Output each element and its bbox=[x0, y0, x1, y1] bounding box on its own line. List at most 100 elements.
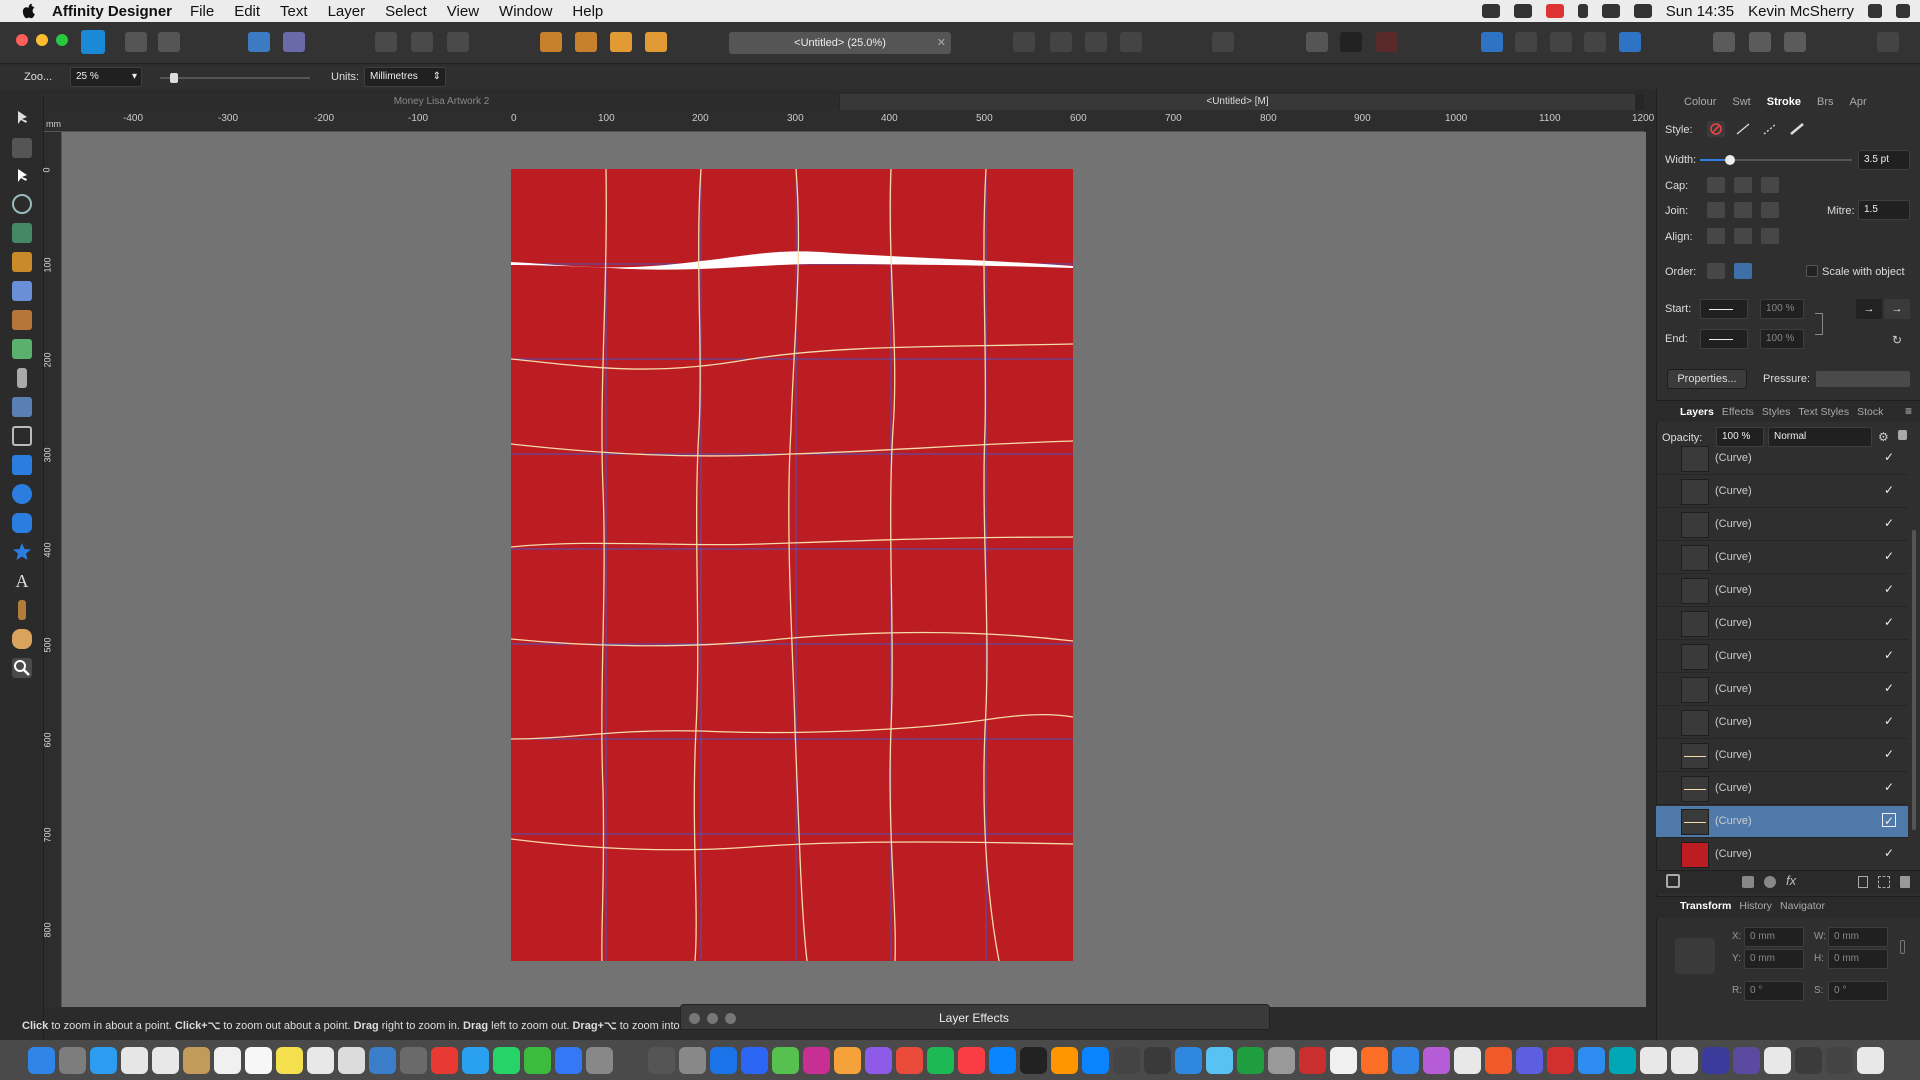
vertical-ruler[interactable]: 0 100 200 300 400 500 600 700 800 bbox=[42, 132, 62, 1007]
document-title[interactable]: <Untitled> (25.0%) ✕ bbox=[729, 32, 951, 54]
zoom-slider[interactable] bbox=[160, 73, 310, 83]
guides-icon[interactable] bbox=[1340, 32, 1362, 52]
tab-swatches[interactable]: Swt bbox=[1732, 96, 1750, 108]
dock-app-icon[interactable] bbox=[1578, 1046, 1605, 1074]
arrow-position-2-icon[interactable]: → bbox=[1884, 299, 1910, 319]
dock-app-icon[interactable] bbox=[1516, 1046, 1543, 1074]
align-icon[interactable] bbox=[1212, 32, 1234, 52]
zoom-slider-handle[interactable] bbox=[170, 73, 178, 83]
lock-icon[interactable] bbox=[1898, 430, 1907, 440]
dock-app-icon[interactable] bbox=[1299, 1046, 1326, 1074]
user-account-icon[interactable] bbox=[1877, 32, 1899, 52]
boolean-intersect-icon[interactable] bbox=[1550, 32, 1572, 52]
star-tool-icon[interactable] bbox=[12, 542, 32, 562]
menu-text[interactable]: Text bbox=[280, 3, 308, 20]
dock-app-icon[interactable] bbox=[400, 1046, 427, 1074]
window-minimize-button[interactable] bbox=[36, 34, 48, 46]
start-arrowhead-dropdown[interactable] bbox=[1700, 299, 1748, 319]
copy-style-icon[interactable] bbox=[1749, 32, 1771, 52]
boolean-subtract-icon[interactable] bbox=[1515, 32, 1537, 52]
layer-row[interactable]: (Curve) ✓ bbox=[1656, 575, 1908, 607]
tab-stock[interactable]: Stock bbox=[1857, 406, 1883, 418]
dock-app-icon[interactable] bbox=[989, 1046, 1016, 1074]
layer-row[interactable]: (Curve) ✓ bbox=[1656, 443, 1908, 475]
layer-visibility-checkbox[interactable]: ✓ bbox=[1882, 648, 1896, 662]
layer-row[interactable]: (Curve) ✓ bbox=[1656, 707, 1908, 739]
hand-tool-icon[interactable] bbox=[12, 629, 32, 649]
dock-app-icon[interactable] bbox=[1082, 1046, 1109, 1074]
width-slider[interactable] bbox=[1700, 155, 1852, 165]
dock-app-icon[interactable] bbox=[1175, 1046, 1202, 1074]
stroke-behind-fill-icon[interactable] bbox=[1707, 263, 1725, 279]
color-picker-tool-icon[interactable] bbox=[18, 600, 26, 620]
units-stepper-icon[interactable]: ⇕ bbox=[433, 68, 441, 86]
layer-row[interactable]: (Curve) ✓ bbox=[1656, 476, 1908, 508]
arrange-back-icon[interactable] bbox=[540, 32, 562, 52]
dock-app-icon[interactable] bbox=[276, 1046, 303, 1074]
menu-file[interactable]: File bbox=[190, 3, 214, 20]
tab-transform[interactable]: Transform bbox=[1680, 900, 1731, 912]
layer-visibility-checkbox[interactable]: ✓ bbox=[1882, 813, 1896, 828]
rectangle-tool-icon[interactable] bbox=[12, 455, 32, 475]
dock-app-icon[interactable] bbox=[183, 1046, 210, 1074]
spotlight-icon[interactable] bbox=[1868, 4, 1882, 18]
artboard-tool-icon[interactable] bbox=[12, 138, 32, 158]
shear-field[interactable]: 0 ° bbox=[1828, 981, 1888, 1001]
dock-app-icon[interactable] bbox=[1795, 1046, 1822, 1074]
layer-row[interactable]: (Curve) ✓ bbox=[1656, 641, 1908, 673]
layer-visibility-checkbox[interactable]: ✓ bbox=[1882, 681, 1896, 695]
dock-app-icon[interactable] bbox=[1702, 1046, 1729, 1074]
view-mode-1-icon[interactable] bbox=[375, 32, 397, 52]
dock-app-icon[interactable] bbox=[741, 1046, 768, 1074]
texture-stroke-style-icon[interactable] bbox=[1788, 121, 1806, 137]
layer-visibility-checkbox[interactable]: ✓ bbox=[1882, 450, 1896, 464]
x-field[interactable]: 0 mm bbox=[1744, 927, 1804, 947]
start-scale-field[interactable]: 100 % bbox=[1760, 299, 1804, 319]
arrange-forward-icon[interactable] bbox=[610, 32, 632, 52]
dock-app-icon[interactable] bbox=[1237, 1046, 1264, 1074]
dock-app-icon[interactable] bbox=[90, 1046, 117, 1074]
menubar-clock[interactable]: Sun 14:35 bbox=[1666, 3, 1734, 20]
quick-share-icon[interactable] bbox=[1713, 32, 1735, 52]
dock-app-icon[interactable] bbox=[865, 1046, 892, 1074]
dock-app-icon[interactable] bbox=[1857, 1046, 1884, 1074]
screenshot-icon[interactable] bbox=[1513, 4, 1532, 18]
rounded-rect-tool-icon[interactable] bbox=[12, 513, 32, 533]
volume-icon[interactable] bbox=[1633, 4, 1652, 18]
y-field[interactable]: 0 mm bbox=[1744, 949, 1804, 969]
scale-with-object-checkbox[interactable] bbox=[1806, 265, 1818, 277]
creative-cloud-icon[interactable] bbox=[1545, 4, 1564, 18]
layer-row[interactable]: (Curve) ✓ bbox=[1656, 674, 1908, 706]
rotation-field[interactable]: 0 ° bbox=[1744, 981, 1804, 1001]
dock-app-icon[interactable] bbox=[1206, 1046, 1233, 1074]
arrow-position-icon[interactable]: → bbox=[1856, 299, 1882, 319]
round-join-icon[interactable] bbox=[1734, 202, 1752, 218]
layer-row[interactable]: (Curve) ✓ bbox=[1656, 542, 1908, 574]
corner-tool-icon[interactable] bbox=[12, 223, 32, 243]
dock-app-icon[interactable] bbox=[772, 1046, 799, 1074]
dock-app-icon[interactable] bbox=[586, 1046, 613, 1074]
close-doc-icon[interactable]: ✕ bbox=[937, 32, 946, 54]
wifi-icon[interactable] bbox=[1601, 4, 1620, 18]
pencil-tool-icon[interactable] bbox=[12, 281, 32, 301]
artboard[interactable] bbox=[511, 169, 1073, 961]
dashed-stroke-style-icon[interactable] bbox=[1761, 121, 1779, 137]
dock-app-icon[interactable] bbox=[1330, 1046, 1357, 1074]
assistant-icon[interactable] bbox=[248, 32, 270, 52]
end-arrowhead-dropdown[interactable] bbox=[1700, 329, 1748, 349]
layer-visibility-checkbox[interactable]: ✓ bbox=[1882, 747, 1896, 761]
layer-visibility-checkbox[interactable]: ✓ bbox=[1882, 615, 1896, 629]
end-scale-field[interactable]: 100 % bbox=[1760, 329, 1804, 349]
crop-tool-icon[interactable] bbox=[12, 426, 32, 446]
tab-colour[interactable]: Colour bbox=[1684, 96, 1716, 108]
export-persona-icon[interactable] bbox=[158, 32, 180, 52]
dock-app-icon[interactable] bbox=[1764, 1046, 1791, 1074]
arrange-backward-icon[interactable] bbox=[575, 32, 597, 52]
miter-join-icon[interactable] bbox=[1707, 202, 1725, 218]
transparency-tool-icon[interactable] bbox=[17, 368, 27, 388]
contour-tool-icon[interactable] bbox=[12, 194, 32, 214]
flip-vertical-icon[interactable] bbox=[1050, 32, 1072, 52]
horizontal-ruler[interactable]: mm -400 -300 -200 -100 0 100 200 300 400… bbox=[44, 110, 1654, 132]
move-tool-icon[interactable] bbox=[12, 108, 32, 128]
dock-app-icon[interactable] bbox=[1485, 1046, 1512, 1074]
